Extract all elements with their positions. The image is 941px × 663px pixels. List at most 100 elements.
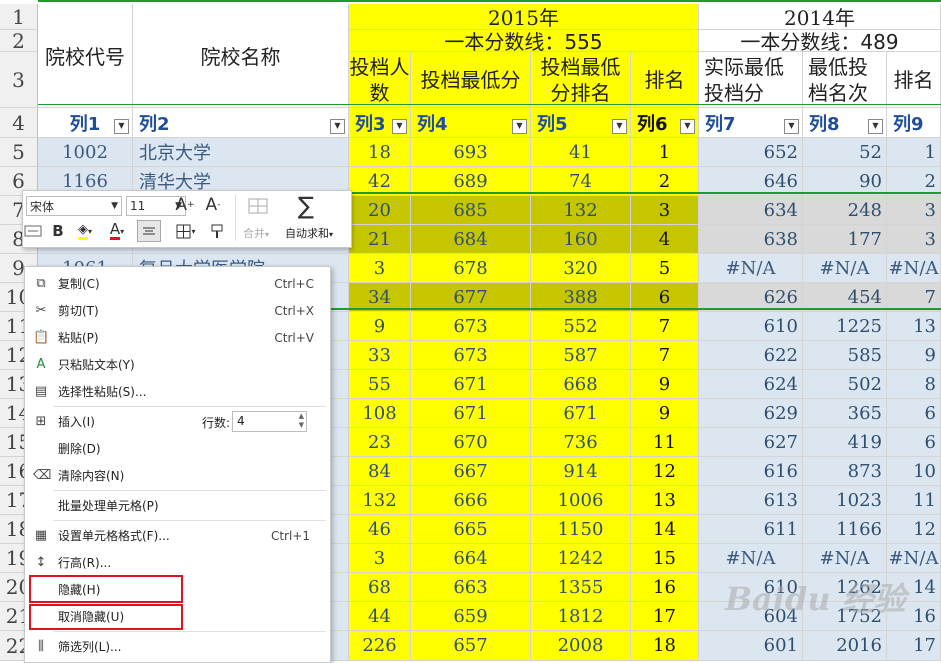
menu-item-paste[interactable]: 📋 粘贴(P) Ctrl+V: [25, 324, 328, 351]
menu-item-clear[interactable]: ⌫ 清除内容(N): [25, 462, 328, 489]
table-cell[interactable]: 132: [531, 196, 631, 225]
table-cell[interactable]: 552: [531, 312, 631, 341]
table-cell[interactable]: 8: [887, 370, 941, 399]
grow-font-button[interactable]: A +: [173, 194, 197, 216]
row-count-stepper[interactable]: 4 ▲ ▼: [232, 411, 307, 432]
table-cell[interactable]: 18: [349, 138, 411, 167]
menu-item-format-cells[interactable]: ▦ 设置单元格格式(F)... Ctrl+1: [25, 522, 328, 549]
table-cell[interactable]: 11: [631, 428, 699, 457]
table-cell[interactable]: 1006: [531, 486, 631, 515]
table-cell[interactable]: 659: [411, 602, 531, 631]
table-cell[interactable]: 3: [349, 254, 411, 283]
table-cell[interactable]: #N/A: [803, 254, 887, 283]
table-cell[interactable]: 1812: [531, 602, 631, 631]
table-cell[interactable]: 502: [803, 370, 887, 399]
table-cell[interactable]: 1166: [803, 515, 887, 544]
menu-item-paste-text[interactable]: A 只粘贴文本(Y): [25, 351, 328, 378]
table-cell[interactable]: 23: [349, 428, 411, 457]
menu-item-copy[interactable]: ⧉ 复制(C) Ctrl+C: [25, 270, 328, 297]
format-painter-icon[interactable]: [205, 219, 229, 243]
shrink-font-button[interactable]: A-: [201, 194, 225, 216]
menu-item-delete[interactable]: 删除(D): [25, 435, 328, 462]
font-color-button[interactable]: A ▾: [103, 219, 131, 243]
border-button[interactable]: ▾: [173, 219, 199, 243]
table-cell[interactable]: 北京大学: [133, 138, 349, 167]
autosum-button[interactable]: 自动求和▾: [285, 225, 333, 241]
table-cell[interactable]: 1: [631, 138, 699, 167]
filter-dropdown-icon[interactable]: ▼: [784, 119, 799, 134]
filter-dropdown-icon[interactable]: ▼: [612, 119, 627, 134]
wrap-text-icon[interactable]: [17, 219, 49, 243]
chevron-down-icon[interactable]: ▼: [111, 201, 118, 211]
table-cell[interactable]: 624: [699, 370, 803, 399]
table-cell[interactable]: 226: [349, 631, 411, 661]
table-cell[interactable]: 6: [887, 399, 941, 428]
table-cell[interactable]: 17: [887, 631, 941, 661]
row-header[interactable]: 3: [0, 52, 38, 108]
table-cell[interactable]: 3: [887, 196, 941, 225]
table-cell[interactable]: 14: [631, 515, 699, 544]
table-cell[interactable]: 678: [411, 254, 531, 283]
table-cell[interactable]: 3: [631, 196, 699, 225]
table-cell[interactable]: 684: [411, 225, 531, 254]
filter-dropdown-icon[interactable]: ▼: [512, 119, 527, 134]
table-cell[interactable]: 670: [411, 428, 531, 457]
table-cell[interactable]: 9: [887, 341, 941, 370]
table-cell[interactable]: 177: [803, 225, 887, 254]
table-cell[interactable]: #N/A: [887, 544, 941, 573]
table-cell[interactable]: 629: [699, 399, 803, 428]
table-cell[interactable]: 2016: [803, 631, 887, 661]
table-cell[interactable]: 10: [887, 457, 941, 486]
table-cell[interactable]: 663: [411, 573, 531, 602]
table-cell[interactable]: 46: [349, 515, 411, 544]
sigma-icon[interactable]: ∑: [286, 192, 326, 220]
table-cell[interactable]: 84: [349, 457, 411, 486]
table-cell[interactable]: 622: [699, 341, 803, 370]
merge-cells-icon[interactable]: [243, 194, 273, 218]
table-cell[interactable]: 671: [411, 370, 531, 399]
filter-dropdown-icon[interactable]: ▼: [680, 119, 695, 134]
merge-button[interactable]: 合并▾: [243, 225, 269, 241]
table-cell[interactable]: 419: [803, 428, 887, 457]
table-cell[interactable]: #N/A: [887, 254, 941, 283]
table-cell[interactable]: 20: [349, 196, 411, 225]
align-center-button[interactable]: [137, 220, 161, 242]
menu-item-insert[interactable]: ⊞ 插入(I) 行数: 4 ▲ ▼: [25, 408, 328, 435]
table-cell[interactable]: #N/A: [699, 254, 803, 283]
menu-item-cut[interactable]: ✂ 剪切(T) Ctrl+X: [25, 297, 328, 324]
fill-color-button[interactable]: ◈ ▾: [71, 219, 99, 243]
table-cell[interactable]: 52: [803, 138, 887, 167]
table-cell[interactable]: 673: [411, 312, 531, 341]
filter-dropdown-icon[interactable]: ▼: [330, 119, 345, 134]
table-cell[interactable]: 2008: [531, 631, 631, 661]
table-cell[interactable]: 1242: [531, 544, 631, 573]
table-cell[interactable]: 587: [531, 341, 631, 370]
table-cell[interactable]: 613: [699, 486, 803, 515]
table-cell[interactable]: 634: [699, 196, 803, 225]
filter-dropdown-icon[interactable]: ▼: [392, 119, 407, 134]
bold-button[interactable]: B: [47, 219, 69, 243]
row-header[interactable]: 4: [0, 108, 38, 138]
table-cell[interactable]: 9: [349, 312, 411, 341]
table-cell[interactable]: 160: [531, 225, 631, 254]
table-cell[interactable]: 736: [531, 428, 631, 457]
table-cell[interactable]: 3: [887, 225, 941, 254]
table-cell[interactable]: 132: [349, 486, 411, 515]
menu-item-row-height[interactable]: ↕ 行高(R)...: [25, 549, 328, 576]
row-header[interactable]: 1: [0, 4, 38, 30]
table-cell[interactable]: 320: [531, 254, 631, 283]
filter-dropdown-icon[interactable]: ▼: [114, 119, 129, 134]
font-name-select[interactable]: 宋体 ▼: [26, 196, 122, 216]
table-cell[interactable]: 668: [531, 370, 631, 399]
table-cell[interactable]: 585: [803, 341, 887, 370]
table-cell[interactable]: 9: [631, 370, 699, 399]
table-cell[interactable]: 652: [699, 138, 803, 167]
table-cell[interactable]: 610: [699, 312, 803, 341]
table-cell[interactable]: 13: [631, 486, 699, 515]
table-cell[interactable]: 616: [699, 457, 803, 486]
table-cell[interactable]: 18: [631, 631, 699, 661]
table-cell[interactable]: 4: [631, 225, 699, 254]
row-header[interactable]: 5: [0, 138, 38, 167]
table-cell[interactable]: 12: [631, 457, 699, 486]
table-cell[interactable]: 248: [803, 196, 887, 225]
